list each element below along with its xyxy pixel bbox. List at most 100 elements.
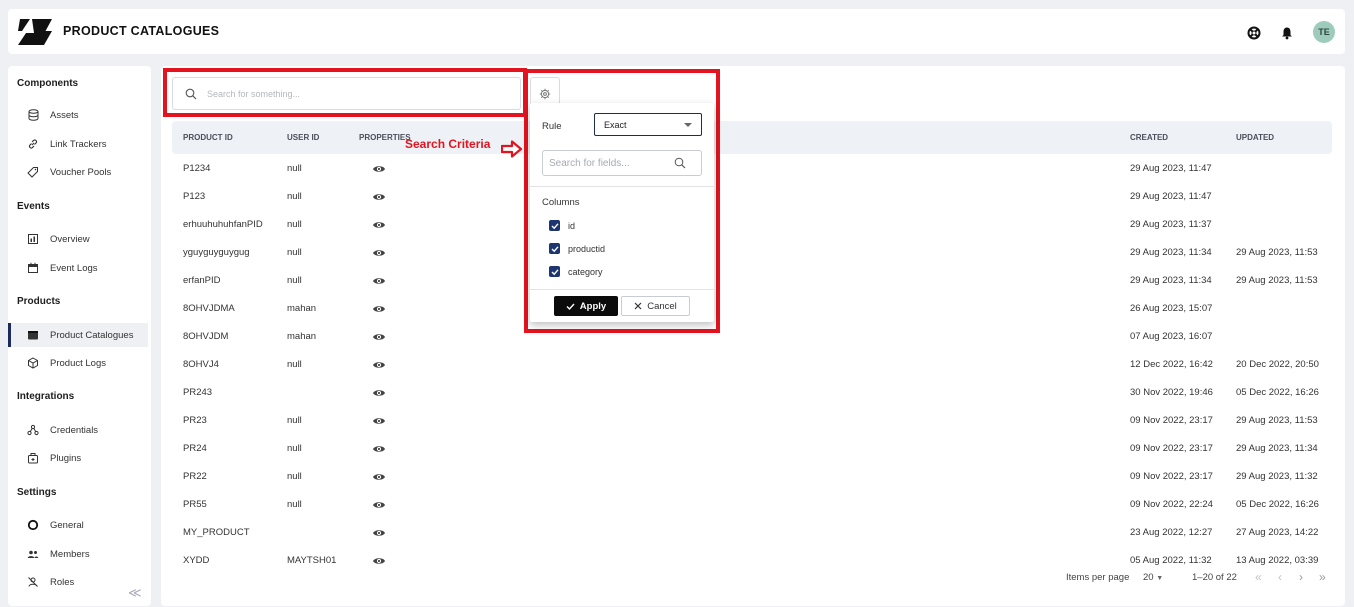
- cell-created: 12 Dec 2022, 16:42: [1130, 359, 1213, 370]
- view-properties-eye-icon[interactable]: [372, 304, 386, 314]
- view-properties-eye-icon[interactable]: [372, 220, 386, 230]
- cell-user-id: null: [287, 499, 302, 510]
- cell-updated: 27 Aug 2023, 14:22: [1236, 527, 1319, 538]
- sidebar-item-event-logs[interactable]: Event Logs: [8, 256, 148, 280]
- table-row[interactable]: erhuuhuhuhfanPID null 29 Aug 2023, 11:37: [172, 210, 1332, 238]
- cell-created: 05 Aug 2022, 11:32: [1130, 555, 1212, 566]
- column-header-created[interactable]: CREATED: [1130, 133, 1168, 142]
- apply-button-label: Apply: [579, 300, 607, 312]
- view-properties-eye-icon[interactable]: [372, 528, 386, 538]
- link-icon: [27, 138, 39, 150]
- checkbox-checked-icon[interactable]: [549, 243, 560, 254]
- cancel-button[interactable]: Cancel: [621, 296, 690, 316]
- sidebar-item-overview[interactable]: Overview: [8, 227, 148, 251]
- credentials-nodes-icon: [27, 424, 39, 436]
- view-properties-eye-icon[interactable]: [372, 164, 386, 174]
- sidebar-section-settings: Settings: [17, 487, 57, 498]
- view-properties-eye-icon[interactable]: [372, 360, 386, 370]
- page-title: PRODUCT CATALOGUES: [63, 24, 220, 38]
- table-row[interactable]: yguyguyguygug null 29 Aug 2023, 11:34 29 Au…: [172, 238, 1332, 266]
- view-properties-eye-icon[interactable]: [372, 388, 386, 398]
- sidebar-item-product-catalogues[interactable]: Product Catalogues: [8, 323, 148, 347]
- column-header-properties[interactable]: PROPERTIES: [359, 133, 411, 142]
- sidebar-item-link-trackers[interactable]: Link Trackers: [8, 132, 148, 156]
- user-avatar[interactable]: TE: [1313, 21, 1335, 43]
- sidebar: Components Assets Link Trackers Voucher …: [8, 66, 151, 606]
- cell-created: 07 Aug 2023, 16:07: [1130, 331, 1213, 342]
- table-row[interactable]: MY_PRODUCT 23 Aug 2022, 12:27 27 Aug 2023,…: [172, 518, 1332, 546]
- notifications-bell-icon[interactable]: [1280, 26, 1294, 40]
- table-row[interactable]: 8OHVJ4 null 12 Dec 2022, 16:42 20 Dec 2022,…: [172, 350, 1332, 378]
- cell-product-id: PR22: [183, 471, 207, 482]
- view-properties-eye-icon[interactable]: [372, 500, 386, 510]
- cell-user-id: null: [287, 275, 302, 286]
- sidebar-item-general[interactable]: General: [8, 513, 148, 537]
- sidebar-item-plugins[interactable]: Plugins: [8, 446, 148, 470]
- checkbox-checked-icon[interactable]: [549, 220, 560, 231]
- cell-product-id: 8OHVJDM: [183, 331, 229, 342]
- table-row[interactable]: 8OHVJDMA mahan 26 Aug 2023, 15:07: [172, 294, 1332, 322]
- sidebar-item-roles[interactable]: Roles: [8, 570, 148, 594]
- rule-select[interactable]: Exact: [594, 113, 702, 136]
- view-properties-eye-icon[interactable]: [372, 444, 386, 454]
- brand-logo-icon[interactable]: [18, 17, 52, 47]
- sidebar-item-voucher-pools[interactable]: Voucher Pools: [8, 160, 148, 184]
- next-page-icon[interactable]: ›: [1299, 570, 1303, 584]
- first-page-icon[interactable]: «: [1255, 570, 1262, 584]
- table-row[interactable]: PR23 null 09 Nov 2022, 23:17 29 Aug 2023, 1…: [172, 406, 1332, 434]
- search-icon: [674, 157, 686, 169]
- apply-button[interactable]: Apply: [554, 296, 618, 316]
- view-properties-eye-icon[interactable]: [372, 416, 386, 426]
- column-header-user-id[interactable]: USER ID: [287, 133, 319, 142]
- cell-updated: 20 Dec 2022, 20:50: [1236, 359, 1319, 370]
- filter-popover: Rule Exact Columns id productid category…: [530, 103, 714, 322]
- table-row[interactable]: PR243 30 Nov 2022, 19:46 05 Dec 2022, 16:2…: [172, 378, 1332, 406]
- table-row[interactable]: P123 null 29 Aug 2023, 11:47: [172, 182, 1332, 210]
- roles-icon: [27, 576, 39, 588]
- view-properties-eye-icon[interactable]: [372, 276, 386, 286]
- previous-page-icon[interactable]: ‹: [1278, 570, 1282, 584]
- sidebar-item-members[interactable]: Members: [8, 542, 148, 566]
- cell-product-id: PR55: [183, 499, 207, 510]
- column-option-productid[interactable]: productid: [549, 243, 605, 254]
- sidebar-item-product-logs[interactable]: Product Logs: [8, 351, 148, 375]
- view-properties-eye-icon[interactable]: [372, 332, 386, 342]
- collapse-sidebar-icon[interactable]: ≪: [128, 585, 142, 601]
- table-row[interactable]: PR55 null 09 Nov 2022, 22:24 05 Dec 2022, 1…: [172, 490, 1332, 518]
- view-properties-eye-icon[interactable]: [372, 472, 386, 482]
- calendar-icon: [27, 262, 39, 274]
- database-icon: [27, 109, 39, 121]
- column-header-updated[interactable]: UPDATED: [1236, 133, 1274, 142]
- help-lifebuoy-icon[interactable]: [1247, 26, 1261, 40]
- items-per-page-select[interactable]: 20 ▼: [1143, 572, 1163, 583]
- sidebar-item-credentials[interactable]: Credentials: [8, 418, 148, 442]
- sidebar-item-assets[interactable]: Assets: [8, 103, 148, 127]
- table-row[interactable]: P1234 null 29 Aug 2023, 11:47: [172, 154, 1332, 182]
- column-option-category[interactable]: category: [549, 266, 603, 277]
- cell-product-id: XYDD: [183, 555, 210, 566]
- cell-product-id: PR23: [183, 415, 207, 426]
- table-row[interactable]: PR24 null 09 Nov 2022, 23:17 29 Aug 2023, 1…: [172, 434, 1332, 462]
- view-properties-eye-icon[interactable]: [372, 192, 386, 202]
- sidebar-item-label: Product Catalogues: [50, 329, 134, 341]
- sidebar-section-integrations: Integrations: [17, 391, 75, 402]
- last-page-icon[interactable]: »: [1319, 570, 1326, 584]
- column-header-product-id[interactable]: PRODUCT ID: [183, 133, 233, 142]
- cell-product-id: erfanPID: [183, 275, 221, 286]
- field-search-input[interactable]: [549, 157, 674, 169]
- view-properties-eye-icon[interactable]: [372, 556, 386, 566]
- table-row[interactable]: PR22 null 09 Nov 2022, 23:17 29 Aug 2023, 1…: [172, 462, 1332, 490]
- sidebar-item-label: Members: [50, 548, 90, 560]
- table-row[interactable]: 8OHVJDM mahan 07 Aug 2023, 16:07: [172, 322, 1332, 350]
- checkbox-checked-icon[interactable]: [549, 266, 560, 277]
- cell-updated: 29 Aug 2023, 11:53: [1236, 275, 1318, 286]
- arrow-right-icon: [501, 140, 523, 158]
- cell-updated: 29 Aug 2023, 11:53: [1236, 415, 1318, 426]
- field-search-box[interactable]: [542, 150, 702, 176]
- tag-icon: [27, 166, 39, 178]
- column-option-id[interactable]: id: [549, 220, 575, 231]
- table-row[interactable]: XYDD MAYTSH01 05 Aug 2022, 11:32 13 Aug 202…: [172, 546, 1332, 574]
- view-properties-eye-icon[interactable]: [372, 248, 386, 258]
- cell-created: 29 Aug 2023, 11:34: [1130, 275, 1212, 286]
- table-row[interactable]: erfanPID null 29 Aug 2023, 11:34 29 Aug 202…: [172, 266, 1332, 294]
